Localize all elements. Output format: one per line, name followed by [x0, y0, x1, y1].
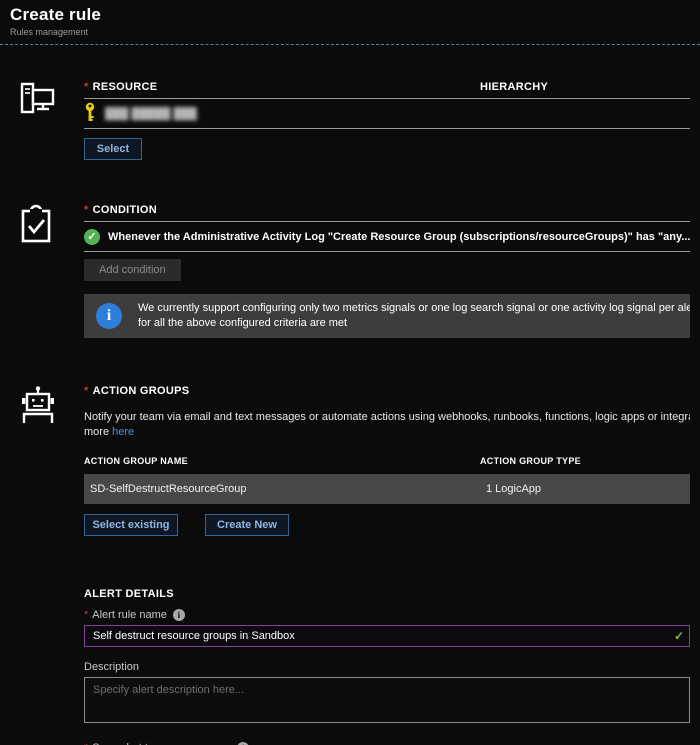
key-icon [84, 102, 96, 125]
page-subtitle: Rules management [10, 27, 700, 37]
col-action-group-type: ACTION GROUP TYPE [480, 456, 690, 466]
info-banner: i We currently support configuring only … [84, 294, 690, 338]
required-marker: * [84, 609, 88, 621]
resource-row[interactable]: ███ █████ ███ [84, 99, 690, 129]
alert-rule-name-input[interactable] [84, 625, 690, 647]
condition-row[interactable]: ✓ Whenever the Administrative Activity L… [84, 222, 690, 252]
resource-icon-col [0, 81, 84, 160]
resource-section: *RESOURCE HIERARCHY ███ █████ ███ Select [0, 81, 700, 160]
alert-details-label: ALERT DETAILS [84, 588, 690, 600]
computer-resource-icon [17, 81, 84, 119]
resource-main: *RESOURCE HIERARCHY ███ █████ ███ Select [84, 81, 700, 160]
action-group-buttons: Select existing Create New [84, 514, 690, 536]
action-group-row[interactable]: SD-SelfDestructResourceGroup 1 LogicApp [84, 474, 690, 504]
description-textarea[interactable] [84, 677, 690, 723]
action-groups-description-line2: more here [84, 425, 690, 440]
action-group-table-header: ACTION GROUP NAME ACTION GROUP TYPE [84, 456, 690, 474]
action-groups-description-line1: Notify your team via email and text mess… [84, 410, 690, 425]
resource-row-name-cell: ███ █████ ███ [84, 102, 197, 125]
action-group-name-cell: SD-SelfDestructResourceGroup [84, 483, 480, 495]
condition-text: Whenever the Administrative Activity Log… [108, 231, 690, 243]
col-action-group-name: ACTION GROUP NAME [84, 456, 480, 466]
action-groups-description: Notify your team via email and text mess… [84, 410, 690, 440]
robot-icon [17, 385, 84, 425]
alert-rule-name-label: * Alert rule name i [84, 609, 690, 621]
required-marker: * [84, 81, 89, 93]
alert-rule-name-info-icon: i [173, 609, 185, 621]
learn-more-link[interactable]: here [112, 426, 134, 438]
description-label: Description [84, 661, 690, 673]
required-marker: * [84, 204, 89, 216]
action-groups-section: * ACTION GROUPS Notify your team via ema… [0, 385, 700, 536]
create-new-button[interactable]: Create New [205, 514, 289, 536]
alert-details-section: ALERT DETAILS * Alert rule name i ✓ Desc… [84, 588, 690, 745]
blade-header: Create rule Rules management [0, 0, 700, 45]
resource-label: *RESOURCE [84, 81, 480, 93]
info-banner-line2: for all the above configured criteria ar… [138, 316, 690, 331]
page-title: Create rule [10, 5, 700, 25]
condition-main: * CONDITION ✓ Whenever the Administrativ… [84, 204, 700, 338]
action-groups-icon-col [0, 385, 84, 536]
action-groups-label: ACTION GROUPS [93, 385, 190, 397]
description-textarea-wrap [84, 677, 690, 728]
resource-header-row: *RESOURCE HIERARCHY [84, 81, 690, 99]
info-banner-line1: We currently support configuring only tw… [138, 301, 690, 316]
condition-section: * CONDITION ✓ Whenever the Administrativ… [0, 204, 700, 338]
resource-name-redacted: ███ █████ ███ [105, 108, 197, 120]
info-icon: i [96, 303, 122, 329]
alert-rule-name-input-wrap: ✓ [84, 625, 690, 647]
action-groups-header-row: * ACTION GROUPS [84, 385, 690, 402]
action-groups-main: * ACTION GROUPS Notify your team via ema… [84, 385, 700, 536]
condition-header-row: * CONDITION [84, 204, 690, 222]
info-banner-text: We currently support configuring only tw… [138, 301, 690, 331]
hierarchy-label: HIERARCHY [480, 81, 690, 93]
action-group-type-cell: 1 LogicApp [480, 483, 690, 495]
add-condition-button[interactable]: Add condition [84, 259, 181, 281]
condition-ok-icon: ✓ [84, 229, 100, 245]
clipboard-check-icon [17, 204, 84, 244]
select-existing-button[interactable]: Select existing [84, 514, 178, 536]
select-resource-button[interactable]: Select [84, 138, 142, 160]
condition-label: CONDITION [93, 204, 157, 216]
required-marker: * [84, 385, 89, 397]
condition-icon-col [0, 204, 84, 338]
